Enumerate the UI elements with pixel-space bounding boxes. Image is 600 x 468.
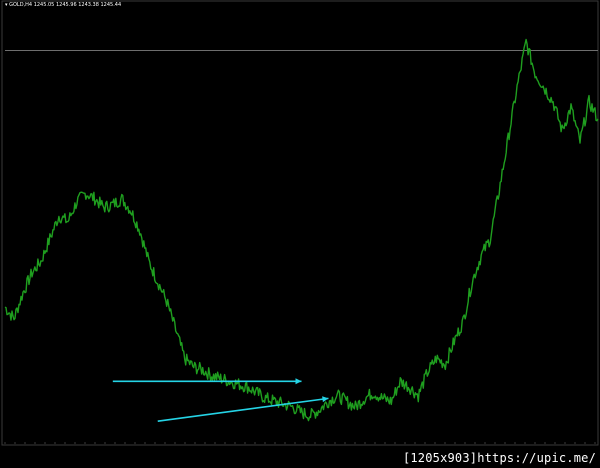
- chart-header: ▾ GOLD,H4 1245.05 1245.96 1243.38 1245.4…: [5, 2, 121, 8]
- watermark-text: [1205x903]https://upic.me/: [402, 451, 596, 465]
- ohlc-values: 1245.05 1245.96 1243.38 1245.44: [33, 2, 122, 8]
- chart-background: [0, 0, 600, 446]
- price-chart[interactable]: [0, 0, 600, 446]
- header-triangle-icon: ▾: [5, 2, 8, 8]
- chart-area[interactable]: ▾ GOLD,H4 1245.05 1245.96 1243.38 1245.4…: [0, 0, 600, 446]
- bottom-strip: [1205x903]https://upic.me/: [0, 446, 600, 468]
- symbol-label: GOLD,H4: [9, 2, 33, 8]
